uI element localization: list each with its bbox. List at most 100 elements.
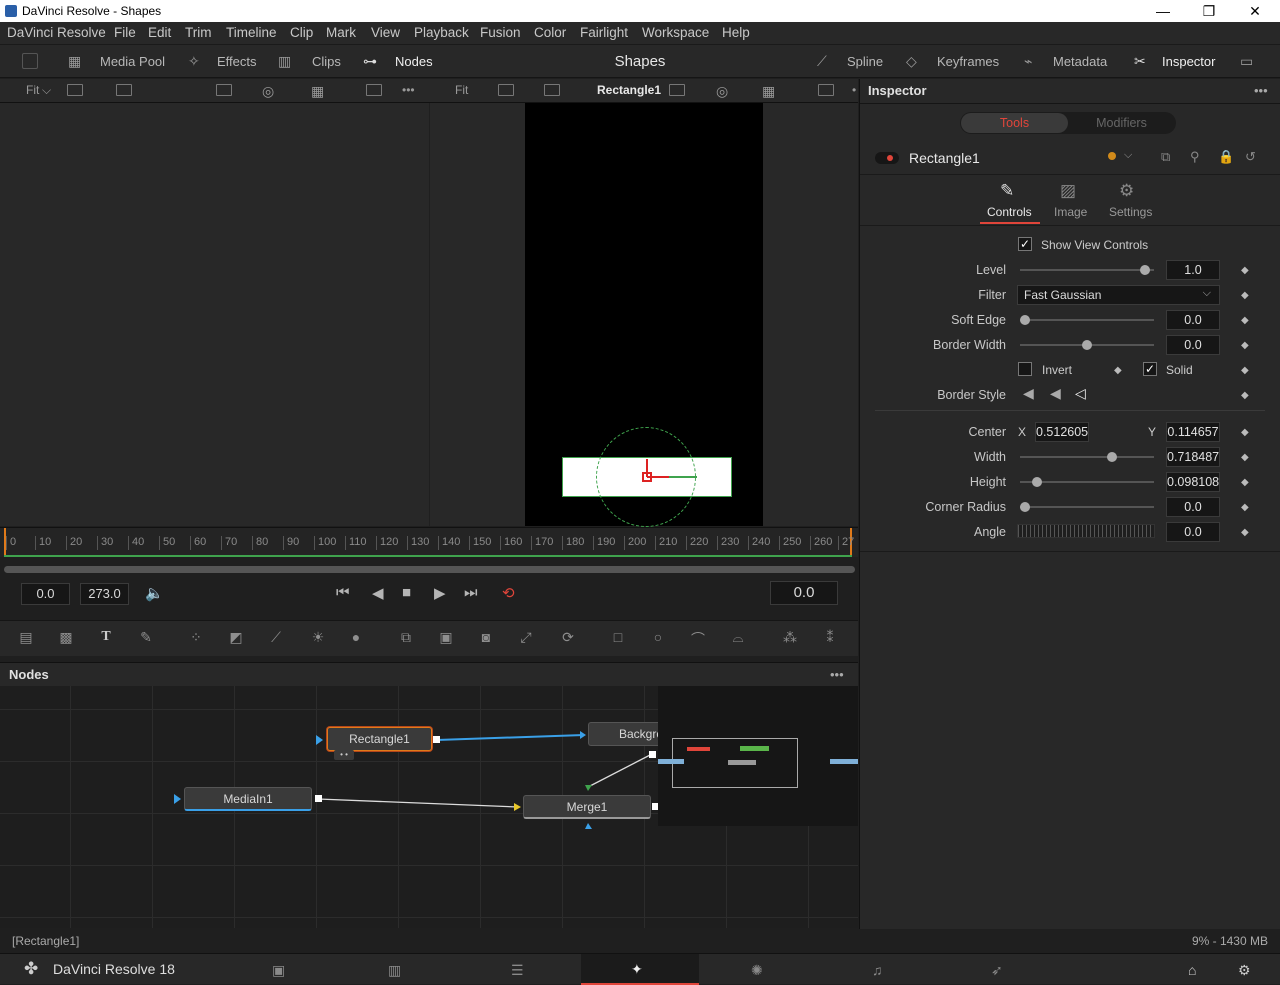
spline-button[interactable]: Spline: [847, 54, 883, 69]
speaker-icon[interactable]: 🔈: [145, 584, 164, 602]
angle-thumbwheel[interactable]: [1017, 524, 1155, 538]
keyframe-diamond-icon[interactable]: ◆: [1241, 452, 1249, 463]
menu-timeline[interactable]: Timeline: [226, 25, 277, 40]
height-slider-knob[interactable]: [1032, 477, 1043, 487]
node-color-swatch[interactable]: [1108, 152, 1116, 160]
paint-tool-icon[interactable]: ✎: [136, 629, 156, 647]
menu-help[interactable]: Help: [722, 25, 750, 40]
go-to-start-icon[interactable]: ⏮: [336, 584, 350, 601]
nodes-more-options[interactable]: •••: [830, 667, 844, 682]
filter-dropdown[interactable]: Fast Gaussian ⌵: [1017, 285, 1220, 305]
close-button[interactable]: ✕: [1232, 0, 1278, 22]
inspector-more-options[interactable]: •••: [1254, 83, 1268, 98]
width-slider-knob[interactable]: [1106, 452, 1117, 462]
left-fit-dropdown[interactable]: Fit: [26, 83, 39, 97]
menu-mark[interactable]: Mark: [326, 25, 356, 40]
time-ruler[interactable]: 0 10 20 30 40 50 60 70 80 90 100 110 120…: [0, 527, 858, 557]
deliver-page-icon[interactable]: ➶: [991, 962, 1003, 979]
menu-color[interactable]: Color: [534, 25, 566, 40]
play-reverse-icon[interactable]: ◀: [372, 584, 384, 602]
resize-tool-icon[interactable]: ⤢: [516, 629, 536, 647]
color-page-icon[interactable]: ✺: [751, 962, 763, 979]
particle-render-icon[interactable]: ⁑: [820, 629, 840, 647]
versions-icon[interactable]: ⧉: [1161, 149, 1170, 165]
keyframe-diamond-icon[interactable]: ◆: [1241, 427, 1249, 438]
grid-icon[interactable]: ▦: [762, 83, 775, 100]
maximize-button[interactable]: ❐: [1186, 0, 1232, 22]
safe-frame-icon[interactable]: [366, 84, 382, 96]
width-value[interactable]: 0.718487: [1166, 447, 1220, 467]
timeline-scrollbar[interactable]: [4, 566, 855, 573]
menu-davinci-resolve[interactable]: DaVinci Resolve: [7, 25, 106, 40]
view-layout-icon[interactable]: [116, 84, 132, 96]
minimize-button[interactable]: —: [1140, 0, 1186, 22]
menu-fusion[interactable]: Fusion: [480, 25, 521, 40]
corner-radius-value[interactable]: 0.0: [1166, 497, 1220, 517]
text-tool-icon[interactable]: T: [96, 629, 116, 647]
fusion-page-tab[interactable]: ✦: [581, 954, 699, 985]
subtab-image[interactable]: Image: [1054, 205, 1087, 219]
viewer-canvas[interactable]: [525, 103, 763, 527]
fastnoise-tool-icon[interactable]: ▩: [56, 629, 76, 647]
keyframes-button[interactable]: Keyframes: [937, 54, 999, 69]
node-minimap[interactable]: [658, 686, 858, 826]
border-style-bevel-icon[interactable]: ◀: [1023, 385, 1034, 402]
view-layout-icon[interactable]: [544, 84, 560, 96]
menu-playback[interactable]: Playback: [414, 25, 469, 40]
stop-icon[interactable]: ■: [402, 584, 411, 601]
current-time-field[interactable]: 0.0: [770, 581, 838, 605]
corner-radius-slider-knob[interactable]: [1020, 502, 1030, 512]
home-icon[interactable]: ⌂: [1188, 962, 1196, 978]
right-fit-dropdown[interactable]: Fit: [455, 83, 468, 97]
expand-icon[interactable]: [22, 53, 38, 69]
center-widget-icon[interactable]: [635, 453, 705, 483]
particle-emitter-icon[interactable]: ⁂: [780, 629, 800, 647]
subtab-settings[interactable]: Settings: [1109, 205, 1152, 219]
more-options-icon[interactable]: •••: [402, 83, 415, 97]
color-curves-icon[interactable]: ⟋: [266, 629, 286, 647]
show-view-controls-checkbox[interactable]: ✓: [1018, 237, 1032, 251]
center-x-value[interactable]: 0.512605: [1035, 422, 1089, 442]
keyframe-diamond-icon[interactable]: ◆: [1241, 290, 1249, 301]
color-channels-icon[interactable]: ◎: [262, 83, 274, 100]
roi-icon[interactable]: [669, 84, 685, 96]
particles-tool-icon[interactable]: ⁘: [186, 629, 206, 647]
solid-checkbox[interactable]: ✓: [1143, 362, 1157, 376]
level-slider[interactable]: [1020, 265, 1154, 275]
keyframe-diamond-icon[interactable]: ◆: [1114, 365, 1122, 376]
keyframe-diamond-icon[interactable]: ◆: [1241, 265, 1249, 276]
media-page-icon[interactable]: ▣: [272, 962, 285, 979]
invert-checkbox[interactable]: [1018, 362, 1032, 376]
border-width-slider-knob[interactable]: [1082, 340, 1092, 350]
go-to-end-icon[interactable]: ⏭: [464, 584, 478, 601]
node-thumbnail-toggle-icon[interactable]: • •: [334, 750, 354, 760]
settings-gear-icon[interactable]: ⚙: [1238, 962, 1251, 979]
height-slider[interactable]: [1020, 477, 1154, 487]
keyframe-diamond-icon[interactable]: ◆: [1241, 390, 1249, 401]
node-enable-toggle[interactable]: [875, 152, 899, 164]
corner-radius-slider[interactable]: [1020, 502, 1154, 512]
soft-edge-slider[interactable]: [1020, 315, 1154, 325]
menu-file[interactable]: File: [114, 25, 136, 40]
keyframe-diamond-icon[interactable]: ◆: [1241, 502, 1249, 513]
keyframe-diamond-icon[interactable]: ◆: [1241, 477, 1249, 488]
left-viewer[interactable]: [0, 103, 429, 526]
bspline-mask-icon[interactable]: ⌓: [728, 629, 748, 647]
nodes-button[interactable]: Nodes: [395, 54, 433, 69]
grid-icon[interactable]: ▦: [311, 83, 324, 100]
blur-tool-icon[interactable]: ●: [346, 629, 366, 647]
transform-tool-icon[interactable]: ⟳: [558, 629, 578, 647]
tab-tools[interactable]: Tools: [961, 113, 1068, 133]
fairlight-page-icon[interactable]: ♫: [872, 962, 883, 978]
render-start-field[interactable]: 0.0: [21, 583, 70, 605]
clips-button[interactable]: Clips: [312, 54, 341, 69]
menu-view[interactable]: View: [371, 25, 400, 40]
edit-page-icon[interactable]: ☰: [511, 962, 524, 979]
metadata-button[interactable]: Metadata: [1053, 54, 1107, 69]
polygon-mask-icon[interactable]: ⌒: [688, 629, 708, 647]
play-forward-icon[interactable]: ▶: [434, 584, 446, 602]
menu-fairlight[interactable]: Fairlight: [580, 25, 628, 40]
lock-icon[interactable]: 🔒: [1218, 149, 1234, 165]
ellipse-mask-icon[interactable]: ○: [648, 629, 668, 647]
view-a-icon[interactable]: [67, 84, 83, 96]
